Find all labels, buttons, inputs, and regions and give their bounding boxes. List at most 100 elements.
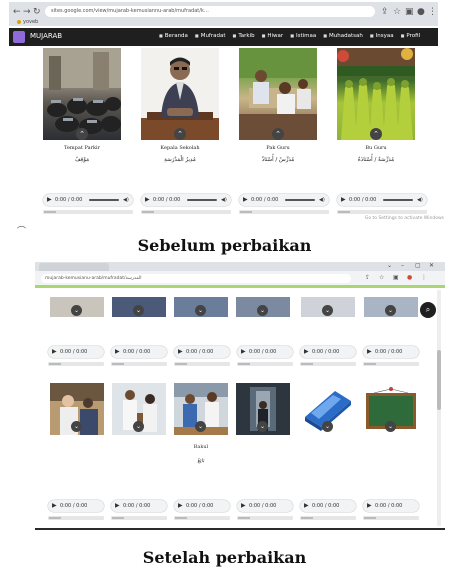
image-thumbnail[interactable]: ⌄ <box>112 297 166 317</box>
play-icon[interactable]: ▶ <box>304 349 309 355</box>
audio-scroll-track[interactable] <box>337 210 427 214</box>
play-icon[interactable]: ▶ <box>304 503 309 509</box>
audio-progress[interactable] <box>187 199 217 201</box>
audio-player[interactable]: ▶ 0:00 / 0:00 <box>237 346 293 358</box>
nav-item-istimaa[interactable]: Istimaa <box>290 33 316 39</box>
audio-player[interactable]: ▶ 0:00 / 0:00 <box>111 346 167 358</box>
play-icon[interactable]: ▶ <box>145 197 150 203</box>
image-headmaster[interactable]: ⌃ <box>141 48 219 140</box>
audio-player[interactable]: ▶ 0:00 / 0:00 <box>300 346 356 358</box>
audio-scroll-track[interactable] <box>363 516 419 520</box>
audio-player[interactable]: ▶ 0:00 / 0:00 <box>363 500 419 512</box>
address-bar[interactable]: sites.google.com/view/mujarab-kemusiannu… <box>45 6 375 17</box>
reload-icon[interactable]: ↻ <box>33 7 41 17</box>
search-icon[interactable]: ⌕ <box>420 302 436 318</box>
play-icon[interactable]: ▶ <box>243 197 248 203</box>
volume-icon[interactable]: ◀) <box>123 197 129 203</box>
play-icon[interactable]: ▶ <box>241 503 246 509</box>
zoom-icon[interactable]: ⌃ <box>174 128 186 140</box>
audio-player[interactable]: ▶ 0:00 / 0:00 <box>48 500 104 512</box>
audio-scroll-track[interactable] <box>363 362 419 366</box>
audio-player[interactable]: ▶ 0:00 / 0:00 <box>363 346 419 358</box>
audio-scroll-track[interactable] <box>174 362 230 366</box>
nav-item-profil[interactable]: Profil <box>401 33 420 39</box>
volume-icon[interactable]: ◀) <box>319 197 325 203</box>
audio-player[interactable]: ▶ 0:00 / 0:00 <box>174 346 230 358</box>
audio-scroll-track[interactable] <box>300 362 356 366</box>
image-hallway[interactable]: ⌄ <box>236 383 290 435</box>
zoom-icon[interactable]: ⌃ <box>272 128 284 140</box>
image-female-teachers[interactable]: ⌃ <box>337 48 415 140</box>
image-blackboard[interactable]: ⌄ <box>364 383 418 435</box>
image-baker[interactable]: ⌄ <box>174 383 228 435</box>
audio-player[interactable]: ▶ 0:00 / 0:00 ◀) <box>43 194 133 206</box>
audio-scroll-track[interactable] <box>111 516 167 520</box>
image-students[interactable]: ⌄ <box>112 383 166 435</box>
zoom-icon[interactable]: ⌄ <box>133 305 144 316</box>
image-thumbnail[interactable]: ⌄ <box>301 297 355 317</box>
zoom-icon[interactable]: ⌄ <box>195 305 206 316</box>
image-thumbnail[interactable]: ⌄ <box>236 297 290 317</box>
audio-scroll-track[interactable] <box>141 210 231 214</box>
zoom-icon[interactable]: ⌄ <box>71 421 82 432</box>
menu-dots-icon[interactable]: ⋮ <box>428 7 437 17</box>
zoom-icon[interactable]: ⌄ <box>385 305 396 316</box>
zoom-icon[interactable]: ⌄ <box>133 421 144 432</box>
audio-progress[interactable] <box>89 199 119 201</box>
close-icon[interactable]: ✕ <box>429 262 434 269</box>
audio-scroll-track[interactable] <box>111 362 167 366</box>
audio-scroll-track[interactable] <box>174 516 230 520</box>
minimize-icon[interactable]: – <box>401 262 404 269</box>
audio-player[interactable]: ▶ 0:00 / 0:00 ◀) <box>337 194 427 206</box>
play-icon[interactable]: ▶ <box>178 503 183 509</box>
zoom-icon[interactable]: ⌄ <box>385 421 396 432</box>
play-icon[interactable]: ▶ <box>367 503 372 509</box>
audio-scroll-track[interactable] <box>239 210 329 214</box>
profile-icon[interactable]: ● <box>417 7 425 17</box>
play-icon[interactable]: ▶ <box>52 349 57 355</box>
audio-scroll-track[interactable] <box>48 362 104 366</box>
nav-item-tarkib[interactable]: Tarkib <box>233 33 254 39</box>
play-icon[interactable]: ▶ <box>115 503 120 509</box>
image-thumbnail[interactable]: ⌄ <box>174 297 228 317</box>
volume-icon[interactable]: ◀) <box>417 197 423 203</box>
audio-scroll-track[interactable] <box>300 516 356 520</box>
audio-player[interactable]: ▶ 0:00 / 0:00 <box>174 500 230 512</box>
share-icon[interactable]: ⇪ <box>365 274 370 281</box>
audio-player[interactable]: ▶ 0:00 / 0:00 ◀) <box>141 194 231 206</box>
nav-item-insyaa[interactable]: Insyaa <box>370 33 394 39</box>
audio-scroll-track[interactable] <box>237 516 293 520</box>
audio-progress[interactable] <box>285 199 315 201</box>
zoom-icon[interactable]: ⌄ <box>322 305 333 316</box>
audio-player[interactable]: ▶ 0:00 / 0:00 <box>300 500 356 512</box>
maximize-icon[interactable]: ▢ <box>415 262 421 269</box>
star-icon[interactable]: ☆ <box>393 7 401 17</box>
zoom-icon[interactable]: ⌄ <box>195 421 206 432</box>
play-icon[interactable]: ▶ <box>115 349 120 355</box>
zoom-icon[interactable]: ⌄ <box>322 421 333 432</box>
play-icon[interactable]: ▶ <box>241 349 246 355</box>
nav-item-hiwar[interactable]: Hiwar <box>262 33 283 39</box>
play-icon[interactable]: ▶ <box>47 197 52 203</box>
chevron-down-icon[interactable]: ⌄ <box>387 262 392 269</box>
site-name[interactable]: MUJARAB <box>30 32 62 40</box>
zoom-icon[interactable]: ⌃ <box>76 128 88 140</box>
audio-player[interactable]: ▶ 0:00 / 0:00 <box>48 346 104 358</box>
nav-item-muhadatsah[interactable]: Muhadatsah <box>323 33 363 39</box>
zoom-icon[interactable]: ⌃ <box>370 128 382 140</box>
play-icon[interactable]: ▶ <box>52 503 57 509</box>
audio-scroll-track[interactable] <box>43 210 133 214</box>
image-seller[interactable]: ⌄ <box>50 383 104 435</box>
audio-player[interactable]: ▶ 0:00 / 0:00 <box>237 500 293 512</box>
volume-icon[interactable]: ◀) <box>221 197 227 203</box>
image-stapler[interactable]: ⌄ <box>301 383 355 435</box>
image-parking[interactable]: ⌃ <box>43 48 121 140</box>
browser-tab[interactable] <box>39 263 109 271</box>
image-thumbnail[interactable]: ⌄ <box>50 297 104 317</box>
play-icon[interactable]: ▶ <box>178 349 183 355</box>
star-icon[interactable]: ☆ <box>379 274 384 281</box>
share-icon[interactable]: ⇪ <box>381 7 389 17</box>
audio-player[interactable]: ▶ 0:00 / 0:00 ◀) <box>239 194 329 206</box>
audio-scroll-track[interactable] <box>237 362 293 366</box>
audio-progress[interactable] <box>383 199 413 201</box>
